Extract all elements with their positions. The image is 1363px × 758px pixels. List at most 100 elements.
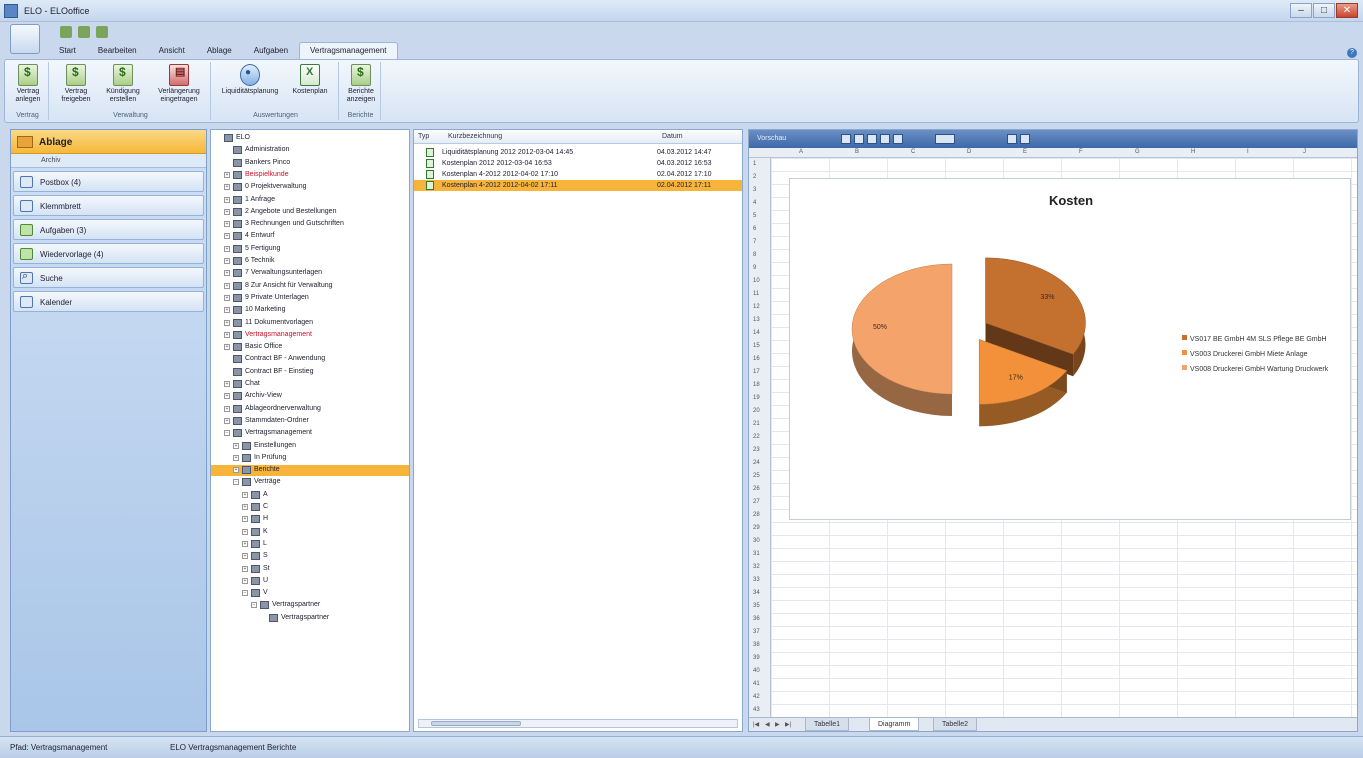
expand-icon[interactable]: + xyxy=(224,405,230,412)
row-label[interactable]: 12 xyxy=(753,304,760,310)
column-label[interactable]: J xyxy=(1303,149,1306,155)
tree-node[interactable]: +8 Zur Ansicht für Verwaltung xyxy=(211,281,409,292)
tree-node[interactable]: + Einstellungen xyxy=(211,441,409,452)
tree-node[interactable]: +6 Technik xyxy=(211,256,409,267)
settings-icon[interactable] xyxy=(1020,134,1030,144)
row-label[interactable]: 3 xyxy=(753,187,756,193)
sheet-first-icon[interactable]: |◀ xyxy=(753,721,759,728)
expand-icon[interactable]: + xyxy=(224,270,230,277)
tree-node[interactable]: + L xyxy=(211,539,409,550)
chart-icon[interactable] xyxy=(935,134,955,144)
list-item[interactable]: Kostenplan 2012 2012-03-04 16:53 04.03.20… xyxy=(414,158,742,169)
row-label[interactable]: 41 xyxy=(753,681,760,687)
expand-icon[interactable]: + xyxy=(242,553,248,560)
row-label[interactable]: 30 xyxy=(753,538,760,544)
tree-node[interactable]: +11 Dokumentvorlagen xyxy=(211,318,409,329)
horizontal-scrollbar[interactable] xyxy=(418,719,738,728)
row-label[interactable]: 36 xyxy=(753,616,760,622)
row-label[interactable]: 1 xyxy=(753,161,756,167)
column-header-date[interactable]: Datum xyxy=(662,133,683,140)
tree-node[interactable]: + C xyxy=(211,502,409,513)
column-label[interactable]: I xyxy=(1247,149,1249,155)
expand-icon[interactable]: + xyxy=(242,504,248,510)
liquiditaetsplanung-button[interactable]: Liquiditätsplanung xyxy=(217,64,283,96)
tree-node[interactable]: + Stammdaten-Ordner xyxy=(211,416,409,427)
row-label[interactable]: 39 xyxy=(753,655,760,661)
nav-item-aufgaben[interactable]: Aufgaben (3) xyxy=(13,219,204,240)
sheet-prev-icon[interactable]: ◀ xyxy=(765,721,770,728)
tree-node[interactable]: +0 Projektverwaltung xyxy=(211,182,409,193)
tab-ablage[interactable]: Ablage xyxy=(196,42,243,60)
row-label[interactable]: 22 xyxy=(753,434,760,440)
row-label[interactable]: 10 xyxy=(753,278,760,284)
row-label[interactable]: 25 xyxy=(753,473,760,479)
column-header-type[interactable]: Typ xyxy=(418,133,429,140)
tree-node[interactable]: Contract BF - Einstieg xyxy=(211,367,409,378)
cut-icon[interactable] xyxy=(841,134,851,144)
row-label[interactable]: 28 xyxy=(753,512,760,518)
row-label[interactable]: 11 xyxy=(753,291,759,297)
expand-icon[interactable]: + xyxy=(224,171,230,178)
row-label[interactable]: 18 xyxy=(753,382,760,388)
close-button[interactable]: ✕ xyxy=(1336,3,1358,18)
redo-icon[interactable] xyxy=(96,26,108,38)
column-label[interactable]: A xyxy=(799,149,803,155)
tree-node[interactable]: − Verträge xyxy=(211,477,409,488)
row-label[interactable]: 6 xyxy=(753,226,756,232)
minimize-button[interactable]: – xyxy=(1290,3,1312,18)
expand-icon[interactable]: + xyxy=(224,381,230,387)
tree-node[interactable]: + Ablageordnerverwaltung xyxy=(211,404,409,415)
expand-icon[interactable]: + xyxy=(224,393,230,400)
row-label[interactable]: 7 xyxy=(753,239,756,245)
column-label[interactable]: B xyxy=(855,149,859,155)
expand-icon[interactable]: + xyxy=(224,196,230,203)
row-label[interactable]: 24 xyxy=(753,460,760,466)
tree-node[interactable]: +5 Fertigung xyxy=(211,244,409,255)
tree-node[interactable]: − V xyxy=(211,588,409,599)
row-label[interactable]: 43 xyxy=(753,707,760,713)
tree-node[interactable]: + S xyxy=(211,551,409,562)
tree-node[interactable]: +2 Angebote und Bestellungen xyxy=(211,207,409,218)
expand-icon[interactable]: + xyxy=(224,258,230,264)
row-label[interactable]: 9 xyxy=(753,265,756,271)
tree-node[interactable]: ELO xyxy=(211,133,409,144)
expand-icon[interactable]: + xyxy=(242,491,248,498)
tree-node[interactable]: +4 Entwurf xyxy=(211,231,409,242)
column-label[interactable]: F xyxy=(1079,149,1083,155)
column-label[interactable]: C xyxy=(911,149,915,155)
expand-icon[interactable]: + xyxy=(242,516,248,523)
expand-icon[interactable]: + xyxy=(224,294,230,301)
sheet-tab-diagramm[interactable]: Diagramm xyxy=(869,718,920,731)
row-label[interactable]: 19 xyxy=(753,395,760,401)
sheet-tab-tabelle2[interactable]: Tabelle2 xyxy=(933,718,978,731)
row-label[interactable]: 40 xyxy=(753,668,760,674)
kuendigung-button[interactable]: Kündigung erstellen xyxy=(101,64,145,104)
tree-node[interactable]: + Vertragsmanagement xyxy=(211,330,409,341)
tree-node[interactable]: + U xyxy=(211,576,409,587)
sheet-next-icon[interactable]: ▶ xyxy=(775,721,780,728)
expand-icon[interactable]: + xyxy=(224,319,230,326)
help-icon[interactable]: ? xyxy=(1347,48,1357,58)
expand-icon[interactable]: + xyxy=(224,417,230,424)
save-icon[interactable] xyxy=(60,26,72,38)
nav-item-klemmbrett[interactable]: Klemmbrett xyxy=(13,195,204,216)
nav-archive-selector[interactable]: Archiv xyxy=(11,154,206,168)
expand-icon[interactable]: + xyxy=(224,282,230,289)
tab-ansicht[interactable]: Ansicht xyxy=(148,42,196,60)
row-label[interactable]: 29 xyxy=(753,525,760,531)
collapse-icon[interactable]: − xyxy=(224,430,230,437)
expand-icon[interactable]: + xyxy=(233,454,239,461)
berichte-anzeigen-button[interactable]: Berichte anzeigen xyxy=(344,64,378,104)
expand-icon[interactable]: + xyxy=(224,233,230,240)
tree-node[interactable]: + H xyxy=(211,514,409,525)
row-label[interactable]: 35 xyxy=(753,603,760,609)
vertrag-freigeben-button[interactable]: Vertrag freigeben xyxy=(57,64,95,104)
sheet-tab-tabelle1[interactable]: Tabelle1 xyxy=(805,718,850,731)
row-label[interactable]: 34 xyxy=(753,590,760,596)
tree-node[interactable]: Contract BF - Anwendung xyxy=(211,354,409,365)
row-label[interactable]: 14 xyxy=(753,330,760,336)
row-label[interactable]: 33 xyxy=(753,577,760,583)
nav-item-wiedervorlage[interactable]: Wiedervorlage (4) xyxy=(13,243,204,264)
list-item[interactable]: Kostenplan 4-2012 2012-04-02 17:10 02.04.… xyxy=(414,169,742,180)
print-icon[interactable] xyxy=(880,134,890,144)
